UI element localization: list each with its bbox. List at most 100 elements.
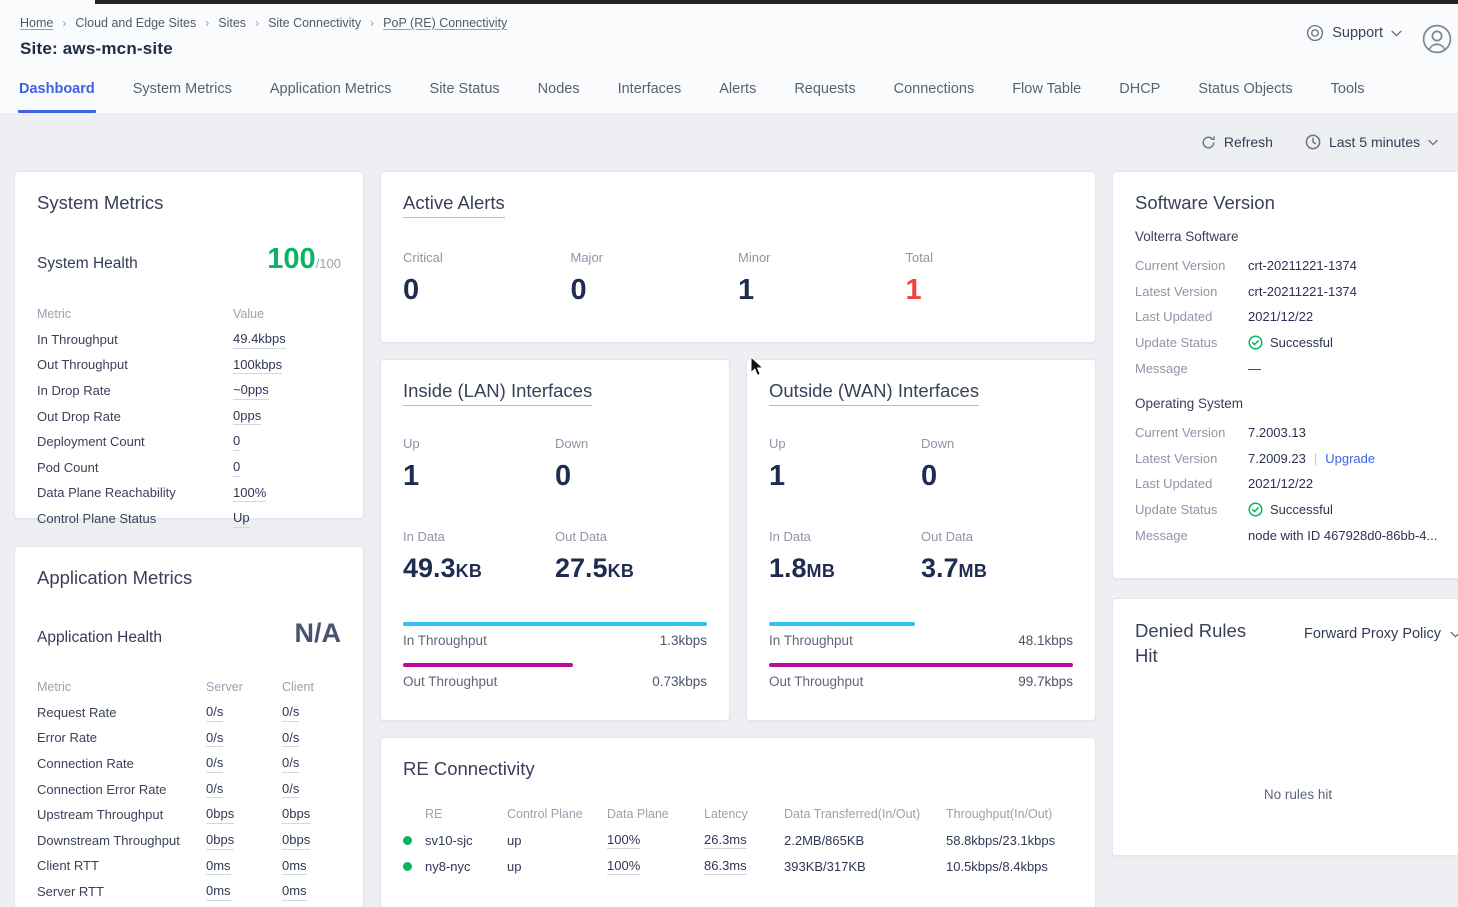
software-version-card: Software Version Volterra Software Curre… xyxy=(1112,171,1458,579)
tab-requests[interactable]: Requests xyxy=(793,79,856,113)
refresh-icon xyxy=(1201,135,1216,150)
breadcrumb-pop-re-connectivity[interactable]: PoP (RE) Connectivity xyxy=(383,16,507,30)
metric-value-link[interactable]: 0ms xyxy=(282,882,307,901)
out-throughput-bar xyxy=(403,663,573,667)
window-chrome-strip xyxy=(95,0,1458,4)
lan-out-data-stat: Out Data 27.5KB xyxy=(555,529,707,584)
application-metrics-card: Application Metrics Application Health N… xyxy=(14,546,364,907)
system-metrics-card: System Metrics System Health 100/100 Met… xyxy=(14,171,364,519)
data-plane-link[interactable]: 100% xyxy=(607,857,640,876)
chevron-down-icon xyxy=(1450,631,1458,638)
re-connectivity-title: RE Connectivity xyxy=(403,758,1073,780)
refresh-label: Refresh xyxy=(1224,134,1273,150)
os-message-truncated: node with ID 467928d0-86bb-4... xyxy=(1248,528,1458,543)
metric-value-link[interactable]: 0/s xyxy=(206,703,223,722)
table-row: sv10-sjc up 100% 26.3ms 2.2MB/865KB 58.8… xyxy=(403,827,1073,853)
table-row: Messagenode with ID 467928d0-86bb-4... xyxy=(1135,522,1458,548)
column-header-server: Server xyxy=(206,680,282,694)
tab-status-objects[interactable]: Status Objects xyxy=(1197,79,1293,113)
metric-value-link[interactable]: 0bps xyxy=(206,805,234,824)
metric-value-link[interactable]: 0bps xyxy=(282,805,310,824)
breadcrumb-separator: › xyxy=(62,16,66,30)
metric-value-link[interactable]: 100kbps xyxy=(233,356,282,375)
time-range-select[interactable]: Last 5 minutes xyxy=(1305,134,1438,150)
status-dot xyxy=(403,836,412,845)
system-metrics-table: Metric Value In Throughput49.4kbps Out T… xyxy=(37,301,341,531)
metric-value-link[interactable]: 0pps xyxy=(233,407,261,426)
breadcrumb-sites[interactable]: Sites xyxy=(218,16,246,30)
metric-value-link[interactable]: 0ms xyxy=(206,857,231,876)
software-version-title: Software Version xyxy=(1135,192,1458,214)
table-row: Last Updated2021/12/22 xyxy=(1135,471,1458,497)
data-plane-link[interactable]: 100% xyxy=(607,831,640,850)
tab-site-status[interactable]: Site Status xyxy=(429,79,501,113)
table-row: Current Versioncrt-20211221-1374 xyxy=(1135,253,1458,279)
metric-value-link[interactable]: 0/s xyxy=(206,780,223,799)
table-row: Connection Error Rate0/s0/s xyxy=(37,776,341,802)
support-label: Support xyxy=(1332,25,1383,41)
table-row: Error Rate0/s0/s xyxy=(37,725,341,751)
refresh-button[interactable]: Refresh xyxy=(1201,134,1273,150)
breadcrumb: Home › Cloud and Edge Sites › Sites › Si… xyxy=(20,16,507,30)
tab-system-metrics[interactable]: System Metrics xyxy=(132,79,233,113)
column-header-metric: Metric xyxy=(37,307,233,321)
upgrade-link[interactable]: Upgrade xyxy=(1325,451,1375,466)
table-row: Pod Count0 xyxy=(37,455,341,481)
tab-alerts[interactable]: Alerts xyxy=(718,79,757,113)
column-header-re: RE xyxy=(425,807,507,821)
metric-value-link[interactable]: 0bps xyxy=(206,831,234,850)
tab-tools[interactable]: Tools xyxy=(1330,79,1366,113)
metric-value-link[interactable]: 0 xyxy=(233,458,240,477)
metric-value-link[interactable]: 0/s xyxy=(282,703,299,722)
alerts-minor-stat: Minor 1 xyxy=(738,250,906,307)
tab-application-metrics[interactable]: Application Metrics xyxy=(269,79,393,113)
clock-icon xyxy=(1305,134,1321,150)
metric-value-link[interactable]: 0bps xyxy=(282,831,310,850)
breadcrumb-cloud-edge-sites[interactable]: Cloud and Edge Sites xyxy=(75,16,196,30)
table-row: Request Rate0/s0/s xyxy=(37,700,341,726)
wan-up-stat: Up 1 xyxy=(769,436,921,493)
breadcrumb-separator: › xyxy=(255,16,259,30)
tab-connections[interactable]: Connections xyxy=(893,79,976,113)
check-circle-icon xyxy=(1248,502,1263,517)
table-row: Current Version7.2003.13 xyxy=(1135,420,1458,446)
column-header-data-transferred: Data Transferred(In/Out) xyxy=(784,807,946,821)
metric-value-link[interactable]: 49.4kbps xyxy=(233,330,286,349)
table-row: Deployment Count0 xyxy=(37,429,341,455)
breadcrumb-site-connectivity[interactable]: Site Connectivity xyxy=(268,16,361,30)
metric-value-link[interactable]: ~0pps xyxy=(233,381,269,400)
policy-dropdown-label: Forward Proxy Policy xyxy=(1304,626,1441,642)
metric-value-link[interactable]: 0ms xyxy=(282,857,307,876)
metric-value-link[interactable]: 0/s xyxy=(206,754,223,773)
metric-value-link[interactable]: 0 xyxy=(233,432,240,451)
empty-state-message: No rules hit xyxy=(1135,787,1458,802)
tab-dhcp[interactable]: DHCP xyxy=(1118,79,1161,113)
lan-interfaces-title[interactable]: Inside (LAN) Interfaces xyxy=(403,380,592,406)
tab-interfaces[interactable]: Interfaces xyxy=(617,79,683,113)
metric-value-link[interactable]: Up xyxy=(233,509,250,528)
metric-value-link[interactable]: 0ms xyxy=(206,882,231,901)
breadcrumb-home[interactable]: Home xyxy=(20,16,53,30)
table-row: In Throughput49.4kbps xyxy=(37,327,341,353)
metric-value-link[interactable]: 100% xyxy=(233,484,266,503)
user-avatar[interactable] xyxy=(1422,24,1452,54)
metric-value-link[interactable]: 0/s xyxy=(206,729,223,748)
time-range-label: Last 5 minutes xyxy=(1329,134,1420,150)
table-row: In Drop Rate~0pps xyxy=(37,378,341,404)
metric-value-link[interactable]: 0/s xyxy=(282,780,299,799)
metric-value-link[interactable]: 0/s xyxy=(282,729,299,748)
system-health-label: System Health xyxy=(37,255,138,273)
tab-dashboard[interactable]: Dashboard xyxy=(18,79,96,113)
policy-dropdown[interactable]: Forward Proxy Policy xyxy=(1304,626,1458,642)
latency-link[interactable]: 26.3ms xyxy=(704,831,747,850)
tab-nodes[interactable]: Nodes xyxy=(537,79,581,113)
active-alerts-card: Active Alerts Critical 0 Major 0 Minor 1 xyxy=(380,171,1096,343)
latency-link[interactable]: 86.3ms xyxy=(704,857,747,876)
denied-rules-title: Denied Rules Hit xyxy=(1135,619,1267,669)
tab-flow-table[interactable]: Flow Table xyxy=(1011,79,1082,113)
metric-value-link[interactable]: 0/s xyxy=(282,754,299,773)
active-alerts-title[interactable]: Active Alerts xyxy=(403,192,505,218)
support-menu[interactable]: Support xyxy=(1306,24,1402,42)
wan-interfaces-title[interactable]: Outside (WAN) Interfaces xyxy=(769,380,979,406)
re-name: ny8-nyc xyxy=(425,859,507,874)
